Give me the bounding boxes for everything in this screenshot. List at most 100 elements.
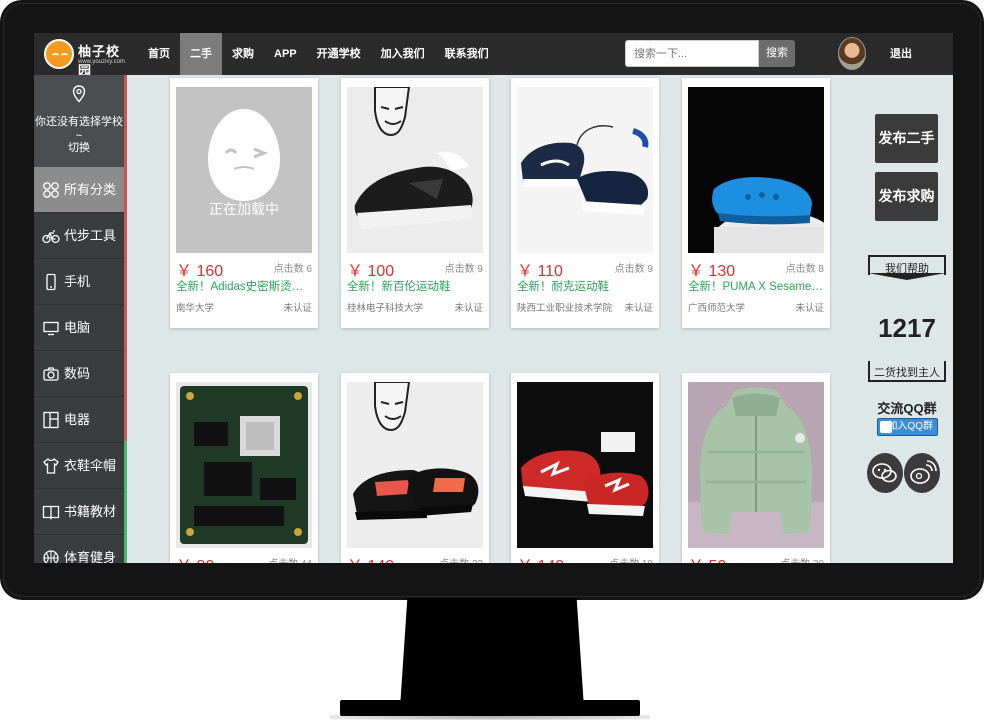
product-clicks: 点击数 19 — [609, 555, 653, 563]
orange-logo-icon — [44, 39, 74, 69]
helped-banner: 我们帮助 — [868, 255, 946, 280]
product-image[interactable] — [347, 87, 483, 253]
screen: 柚子校园 www.youzixy.com 首页 二手 求购 APP 开通学校 加… — [34, 33, 953, 563]
category-books[interactable]: 书籍教材 — [34, 489, 124, 535]
product-image[interactable] — [347, 382, 483, 548]
sneaker-photo — [347, 382, 483, 548]
sneaker-photo — [517, 382, 653, 548]
user-avatar[interactable] — [838, 37, 866, 70]
bicycle-icon — [42, 230, 60, 244]
product-card[interactable]: ￥ 110 点击数 9 全新！耐克运动鞋 陕西工业职业技术学院 未认证 — [511, 78, 659, 328]
product-card[interactable]: ￥ 100 点击数 9 全新！新百伦运动鞋 桂林电子科技大学 未认证 — [341, 78, 489, 328]
logo-url: www.youzixy.com — [78, 59, 125, 65]
post-buy-button[interactable]: 发布求购 — [875, 172, 938, 221]
monitor-icon — [43, 321, 59, 336]
nav-menu: 首页 二手 求购 APP 开通学校 加入我们 联系我们 — [138, 33, 499, 75]
category-label: 代步工具 — [64, 228, 117, 243]
search-button[interactable]: 搜索 — [759, 40, 795, 67]
wechat-button[interactable] — [867, 453, 903, 493]
sneaker-photo — [347, 87, 483, 253]
product-image[interactable] — [176, 382, 312, 548]
product-card[interactable]: ￥ 130 点击数 8 全新！PUMA X Sesame Str... 广西师范… — [682, 78, 830, 328]
category-sidebar: 你还没有选择学校~ 切换 所有分类 代步工具 手机 电脑 数码 电器 衣鞋伞帽 … — [34, 75, 124, 563]
nav-second-hand[interactable]: 二手 — [180, 33, 222, 75]
product-school: 陕西工业职业技术学院 — [517, 303, 613, 314]
owner-banner: 二货找到主人 — [868, 361, 946, 383]
category-transport[interactable]: 代步工具 — [34, 213, 124, 259]
helped-count: 1217 — [878, 313, 936, 343]
jacket-photo — [688, 382, 824, 548]
product-status: 未认证 — [624, 303, 653, 314]
product-image[interactable] — [688, 382, 824, 548]
product-image[interactable] — [688, 87, 824, 253]
product-title[interactable]: 全新！PUMA X Sesame Str... — [688, 278, 824, 294]
product-clicks: 点击数 44 — [268, 555, 312, 563]
search-input[interactable] — [625, 40, 759, 67]
school-selector: 你还没有选择学校~ 切换 — [34, 75, 124, 167]
nav-open-school[interactable]: 开通学校 — [307, 33, 371, 75]
product-price: ￥ 140 — [517, 552, 564, 563]
sidebar-edge-accent — [124, 75, 127, 563]
category-clothing[interactable]: 衣鞋伞帽 — [34, 443, 124, 489]
product-card[interactable]: 正在加载中 ￥ 160 点击数 6 全新！Adidas史密斯烫金 气... 南华… — [170, 78, 318, 328]
product-card[interactable]: ￥ 80 点击数 44 — [170, 373, 318, 563]
switch-school-link[interactable]: 切换 — [34, 139, 124, 155]
nav-wanted[interactable]: 求购 — [222, 33, 264, 75]
qq-avatar-icon — [880, 421, 892, 433]
logout-link[interactable]: 退出 — [890, 33, 912, 75]
product-clicks: 点击数 20 — [780, 555, 824, 563]
product-image-placeholder[interactable]: 正在加载中 — [176, 87, 312, 253]
product-price: ￥ 50 — [688, 552, 726, 563]
nav-app[interactable]: APP — [264, 33, 307, 75]
category-label: 电器 — [64, 412, 91, 427]
monitor-stand-neck — [400, 598, 584, 708]
category-phone[interactable]: 手机 — [34, 259, 124, 305]
category-label: 电脑 — [64, 320, 91, 335]
product-price: ￥ 140 — [347, 552, 394, 563]
product-title[interactable]: 全新！新百伦运动鞋 — [347, 278, 483, 294]
product-card[interactable]: ￥ 140 点击数 19 — [511, 373, 659, 563]
category-label: 体育健身 — [64, 550, 117, 563]
loading-egg-icon — [208, 109, 280, 201]
nav-home[interactable]: 首页 — [138, 33, 180, 75]
qq-group-title: 交流QQ群 — [877, 401, 937, 416]
nav-contact-us[interactable]: 联系我们 — [435, 33, 499, 75]
product-status: 未认证 — [283, 303, 312, 314]
down-arrow-icon — [868, 273, 946, 280]
site-logo[interactable]: 柚子校园 www.youzixy.com — [42, 37, 128, 78]
product-school: 南华大学 — [176, 303, 215, 314]
product-image[interactable] — [517, 382, 653, 548]
weibo-button[interactable] — [904, 453, 940, 493]
location-pin-icon — [72, 85, 86, 103]
category-computer[interactable]: 电脑 — [34, 305, 124, 351]
product-title[interactable]: 全新！耐克运动鞋 — [517, 278, 653, 294]
category-label: 衣鞋伞帽 — [64, 458, 117, 473]
product-title[interactable]: 全新！Adidas史密斯烫金 气... — [176, 278, 312, 294]
category-appliance[interactable]: 电器 — [34, 397, 124, 443]
grid-clover-icon — [43, 182, 59, 198]
product-clicks: 点击数 22 — [439, 555, 483, 563]
ball-icon — [43, 550, 59, 563]
category-sports[interactable]: 体育健身 — [34, 535, 124, 563]
book-icon — [42, 505, 60, 520]
wechat-icon — [872, 463, 897, 483]
camera-icon — [43, 367, 59, 381]
category-all[interactable]: 所有分类 — [34, 167, 124, 213]
product-card[interactable]: ￥ 50 点击数 20 — [682, 373, 830, 563]
weibo-icon — [910, 460, 937, 484]
product-image[interactable] — [517, 87, 653, 253]
sneaker-photo — [517, 87, 653, 253]
top-nav: 柚子校园 www.youzixy.com 首页 二手 求购 APP 开通学校 加… — [34, 33, 953, 78]
slide-sandal-photo — [688, 87, 824, 253]
banner-rule — [868, 380, 946, 382]
product-status: 未认证 — [454, 303, 483, 314]
nav-join-us[interactable]: 加入我们 — [371, 33, 435, 75]
product-clicks: 点击数 9 — [614, 264, 653, 275]
fridge-icon — [43, 411, 59, 429]
category-digital[interactable]: 数码 — [34, 351, 124, 397]
join-qq-button[interactable]: 加入QQ群 — [877, 418, 938, 436]
post-sell-button[interactable]: 发布二手 — [875, 114, 938, 163]
product-status: 未认证 — [795, 303, 824, 314]
product-card[interactable]: ￥ 140 点击数 22 — [341, 373, 489, 563]
owner-label: 二货找到主人 — [874, 367, 940, 379]
